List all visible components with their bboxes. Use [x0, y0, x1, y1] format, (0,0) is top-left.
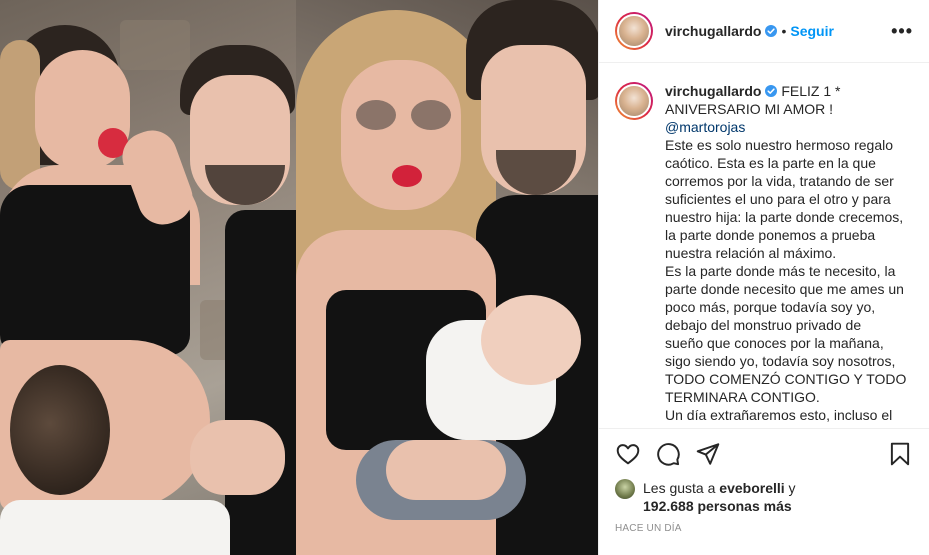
eye-smudge: [411, 100, 451, 130]
caption-line: debajo del monstruo privado de: [665, 317, 862, 333]
pants: [0, 500, 230, 555]
caption-line: nuestra relación al máximo.: [665, 245, 837, 261]
ponytail: [0, 40, 40, 190]
like-heart-icon[interactable]: [615, 441, 641, 467]
action-icons: [615, 429, 913, 479]
mention-link[interactable]: @martorojas: [665, 118, 906, 136]
caption-line: parte donde necesito que me ames un: [665, 281, 904, 297]
caption-line: TERMINARA CONTIGO.: [665, 389, 820, 405]
photo-left: [0, 0, 296, 555]
more-options-icon[interactable]: •••: [891, 21, 913, 42]
caption-area[interactable]: virchugallardo FELIZ 1 * ANIVERSARIO MI …: [599, 64, 929, 427]
instagram-post: virchugallardo • Seguir ••• virchugallar…: [0, 0, 929, 555]
face: [341, 60, 461, 210]
caption-author-avatar[interactable]: [615, 82, 653, 120]
caption-line: Es la parte donde más te necesito, la: [665, 263, 896, 279]
caption-line: sueño que conoces por la mañana,: [665, 335, 884, 351]
post-image[interactable]: [0, 0, 598, 555]
comment-icon[interactable]: [655, 441, 681, 467]
caption-line: nuestro hija: la parte donde crecemos,: [665, 209, 904, 225]
share-icon[interactable]: [695, 441, 721, 467]
caption-line: suficientes el uno para el otro y para: [665, 191, 891, 207]
author-username[interactable]: virchugallardo: [665, 23, 761, 39]
bomb-painting: [10, 365, 110, 495]
wall-stone: [120, 20, 190, 70]
caption: virchugallardo FELIZ 1 * ANIVERSARIO MI …: [615, 82, 913, 424]
caption-author-username[interactable]: virchugallardo: [665, 83, 761, 99]
likes-text: Les gusta a eveborelli y 192.688 persona…: [643, 479, 796, 515]
caption-line: Este es solo nuestro hermoso regalo: [665, 137, 894, 153]
post-sidebar: virchugallardo • Seguir ••• virchugallar…: [598, 0, 929, 555]
hand: [386, 440, 506, 500]
caption-line: sigo siendo yo, todavía soy nosotros,: [665, 353, 896, 369]
verified-badge-icon: [765, 85, 778, 97]
eye-smudge: [356, 100, 396, 130]
hand: [190, 420, 285, 495]
caption-line: la parte donde ponemos a prueba: [665, 227, 876, 243]
caption-line: poco más, porque todavía soy yo,: [665, 299, 876, 315]
caption-line: TODO COMENZÓ CONTIGO Y TODO: [665, 371, 907, 387]
liker-username[interactable]: eveborelli: [719, 480, 784, 496]
author-avatar[interactable]: [615, 12, 653, 50]
caption-line: ANIVERSARIO MI AMOR !: [665, 101, 834, 117]
likes-connector: y: [788, 480, 796, 496]
caption-line: caótico. Esta es la parte en la que: [665, 155, 876, 171]
likes-count-link[interactable]: 192.688 personas más: [643, 498, 792, 514]
caption-text: virchugallardo FELIZ 1 * ANIVERSARIO MI …: [665, 82, 906, 424]
post-actions: Les gusta a eveborelli y 192.688 persona…: [599, 428, 929, 555]
verified-badge-icon: [765, 25, 778, 37]
caption-line: Un día extrañaremos esto, incluso el: [665, 407, 893, 423]
shirt: [225, 210, 296, 555]
photo-right: [296, 0, 598, 555]
save-bookmark-icon[interactable]: [887, 441, 913, 467]
caption-line: corremos por la vida, tratando de ser: [665, 173, 894, 189]
likes-summary: Les gusta a eveborelli y 192.688 persona…: [615, 479, 913, 515]
likes-prefix: Les gusta a: [643, 480, 716, 496]
follow-button[interactable]: Seguir: [790, 23, 834, 39]
baby-head: [481, 295, 581, 385]
post-timestamp[interactable]: HACE UN DÍA: [615, 523, 913, 534]
caption-line: FELIZ 1 *: [781, 83, 841, 99]
mouth: [392, 165, 422, 187]
post-header: virchugallardo • Seguir •••: [599, 0, 929, 63]
separator-dot: •: [781, 23, 787, 39]
liker-avatar[interactable]: [615, 479, 635, 499]
